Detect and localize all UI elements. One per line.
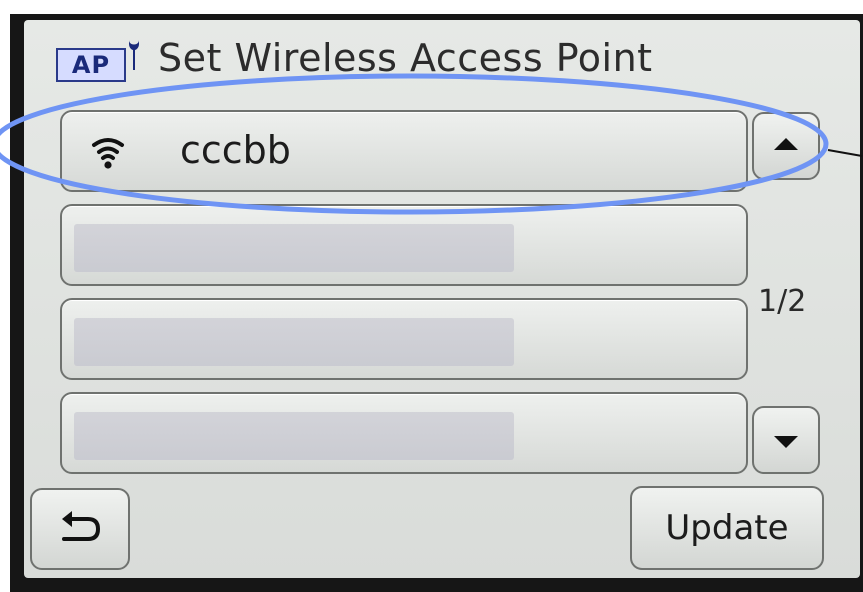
update-button[interactable]: Update: [630, 486, 824, 570]
redacted-ssid: [74, 224, 514, 272]
screen-header: AP Set Wireless Access Point: [56, 30, 653, 86]
wrench-icon: [129, 40, 139, 70]
access-point-item-2[interactable]: [60, 204, 748, 286]
access-point-item-1[interactable]: cccbb: [60, 110, 748, 192]
access-point-ssid: cccbb: [180, 128, 291, 172]
scroll-down-button[interactable]: [752, 406, 820, 474]
triangle-up-icon: [774, 138, 798, 150]
wifi-signal-icon: [92, 138, 124, 169]
triangle-down-icon: [774, 436, 798, 448]
redacted-ssid: [74, 412, 514, 460]
page-indicator: 1/2: [758, 284, 807, 319]
access-point-item-4[interactable]: [60, 392, 748, 474]
redacted-ssid: [74, 318, 514, 366]
access-point-item-3[interactable]: [60, 298, 748, 380]
ap-icon-label: AP: [56, 48, 126, 82]
access-point-settings-icon: AP: [56, 38, 144, 82]
return-arrow-icon: [62, 511, 100, 541]
back-button[interactable]: [30, 488, 130, 570]
scroll-up-button[interactable]: [752, 112, 820, 180]
page-title: Set Wireless Access Point: [158, 36, 653, 80]
